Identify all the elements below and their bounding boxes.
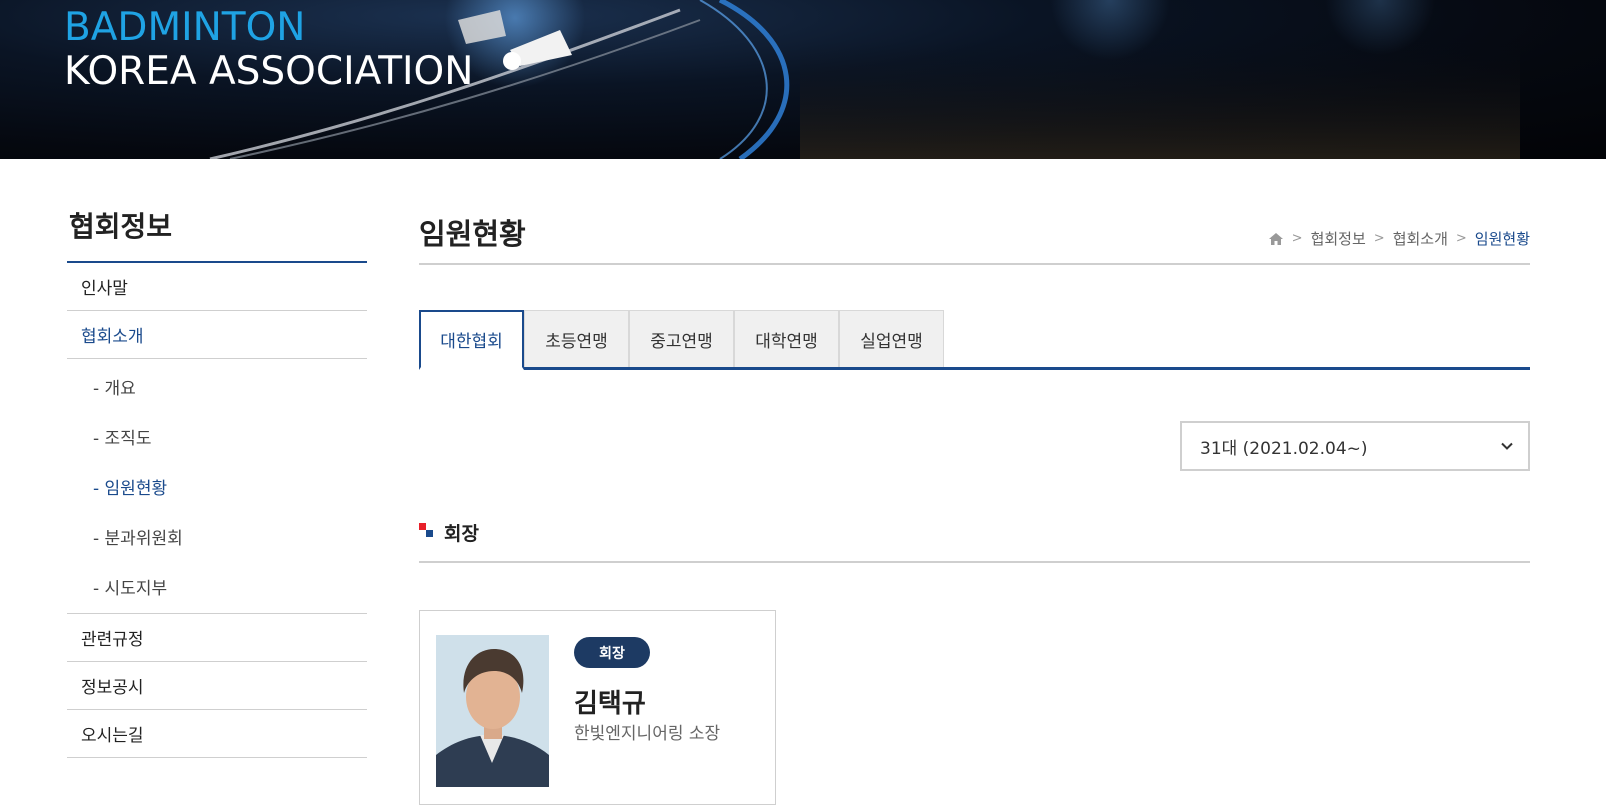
header-banner: BADMINTON KOREA ASSOCIATION (0, 0, 1606, 159)
term-select[interactable]: 31대 (2021.02.04~) (1180, 421, 1530, 471)
breadcrumb-current[interactable]: 임원현황 (1475, 228, 1530, 249)
section-marker-icon (419, 523, 435, 539)
breadcrumb: > 협회정보 > 협회소개 > 임원현황 (1268, 228, 1530, 249)
breadcrumb-item[interactable]: 협회정보 (1311, 228, 1366, 249)
sidebar-sub-list: - 개요 - 조직도 - 임원현황 - 분과위원회 - 시도지부 (67, 359, 367, 614)
breadcrumb-separator: > (1373, 231, 1385, 246)
sidebar-item-disclosure[interactable]: 정보공시 (67, 662, 367, 710)
executive-name: 김택규 (574, 689, 646, 719)
sidebar-title: 협회정보 (67, 205, 367, 263)
tab-university-federation[interactable]: 대학연맹 (734, 310, 839, 367)
brand-line1: BADMINTON (64, 5, 306, 50)
tab-corporate-federation[interactable]: 실업연맹 (839, 310, 944, 367)
tab-korea-association[interactable]: 대한협회 (419, 310, 524, 370)
brand-logo[interactable]: BADMINTON KOREA ASSOCIATION (64, 8, 473, 91)
executive-organization: 한빛엔지니어링 소장 (574, 724, 721, 744)
sidebar-subitem-committees[interactable]: - 분과위원회 (67, 511, 367, 561)
sidebar-item-about[interactable]: 협회소개 (67, 311, 367, 359)
executive-photo (436, 635, 549, 787)
tab-middle-high-federation[interactable]: 중고연맹 (629, 310, 734, 367)
section-header: 회장 (419, 515, 1530, 563)
brand-line2: KOREA ASSOCIATION (64, 49, 474, 94)
federation-tabs: 대한협회 초등연맹 중고연맹 대학연맹 실업연맹 (419, 310, 1530, 370)
sidebar-item-greeting[interactable]: 인사말 (67, 263, 367, 311)
sidebar: 협회정보 인사말 협회소개 - 개요 - 조직도 - 임원현황 - 분과위원회 … (67, 205, 367, 758)
term-select-value: 31대 (2021.02.04~) (1200, 438, 1368, 459)
sidebar-subitem-executives[interactable]: - 임원현황 (67, 461, 367, 511)
sidebar-subitem-org-chart[interactable]: - 조직도 (67, 411, 367, 461)
executive-card: 회장 김택규 한빛엔지니어링 소장 (419, 610, 776, 805)
home-icon[interactable] (1268, 232, 1284, 246)
breadcrumb-separator: > (1291, 231, 1303, 246)
sidebar-subitem-branches[interactable]: - 시도지부 (67, 561, 367, 611)
sidebar-item-regulations[interactable]: 관련규정 (67, 614, 367, 662)
page-title: 임원현황 (419, 217, 526, 251)
chevron-down-icon (1501, 442, 1513, 450)
sidebar-item-directions[interactable]: 오시는길 (67, 710, 367, 758)
sidebar-subitem-overview[interactable]: - 개요 (67, 361, 367, 411)
page-header: 임원현황 > 협회정보 > 협회소개 > 임원현황 (419, 205, 1530, 265)
position-badge: 회장 (574, 637, 650, 668)
breadcrumb-separator: > (1455, 231, 1467, 246)
section-title: 회장 (444, 523, 479, 545)
tab-elementary-federation[interactable]: 초등연맹 (524, 310, 629, 367)
breadcrumb-item[interactable]: 협회소개 (1393, 228, 1448, 249)
main-content: 임원현황 > 협회정보 > 협회소개 > 임원현황 대한협회 초등연맹 중고연맹… (419, 205, 1530, 805)
